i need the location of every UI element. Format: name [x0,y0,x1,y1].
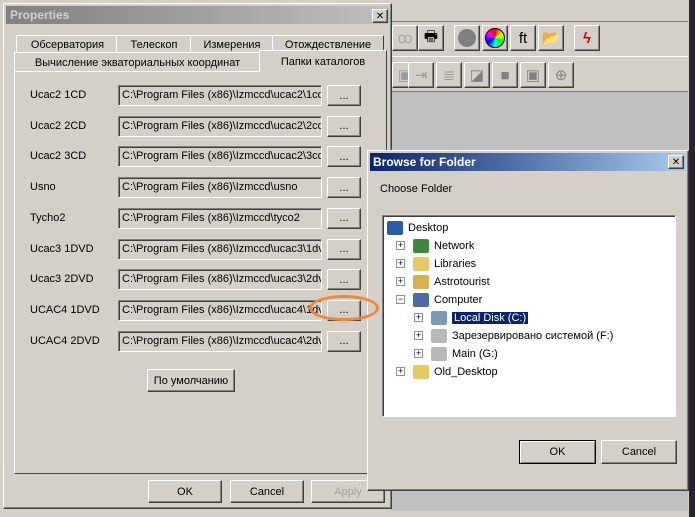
catalog-label: Ucac2 3CD [30,150,87,163]
ok-button[interactable]: OK [148,480,222,503]
cancel-button[interactable]: Cancel [230,480,304,503]
link-icon[interactable]: ꝏ [392,25,418,51]
catalog-path-input[interactable]: C:\Program Files (x86)\Izmccd\ucac2\2cd [118,115,322,137]
catalog-path-input[interactable]: C:\Program Files (x86)\Izmccd\ucac2\3cd [118,146,322,168]
expand-toggle-icon[interactable]: + [396,241,405,250]
browse-cancel-button[interactable]: Cancel [601,440,677,464]
printer-icon[interactable]: 🖶 [418,25,444,51]
tab-telescope[interactable]: Телескоп [116,35,192,53]
browse-button[interactable]: ... [327,146,361,168]
browse-button[interactable]: ... [327,177,361,199]
tab-equatorial-coords[interactable]: Вычисление экваториальных координат [14,52,261,72]
tree-item-label: Computer [434,293,483,306]
tree-item-label: Astrotourist [434,275,490,288]
expand-toggle-icon[interactable]: + [396,277,405,286]
tree-item-label: Libraries [434,257,477,270]
color-wheel-icon[interactable] [482,25,508,51]
browse-button[interactable]: ... [327,207,361,229]
browse-button[interactable]: ... [327,238,361,260]
tree-item[interactable]: + Libraries [396,255,476,272]
ft-button[interactable]: ft [510,25,536,51]
catalog-path-input[interactable]: C:\Program Files (x86)\Izmccd\ucac2\1cd [118,85,322,106]
lightning-icon[interactable]: ϟ [574,25,600,51]
catalog-label: Ucac2 1CD [30,89,87,101]
expand-toggle-icon[interactable]: + [414,331,423,340]
crosshair-icon[interactable]: ⊕ [548,62,574,88]
catalog-label: UCAC4 2DVD [30,334,100,347]
browse-close-button[interactable]: ✕ [668,155,684,169]
user-folder-icon [413,274,429,289]
drive-icon [431,328,447,343]
export-icon[interactable]: ⇥ [408,62,434,88]
catalog-path-input[interactable]: C:\Program Files (x86)\Izmccd\ucac4\1dvd [118,299,322,321]
catalog-path-input[interactable]: C:\Program Files (x86)\Izmccd\ucac4\2dvd [118,330,322,352]
network-icon [413,238,429,253]
folder-tree[interactable]: Desktop + Network + Libraries + Astrotou… [382,215,676,417]
circle-icon[interactable] [454,25,480,51]
expand-toggle-icon[interactable]: − [396,295,405,304]
square-icon[interactable]: ▣ [520,62,546,88]
drive-icon [431,346,447,361]
tree-item-label: Local Disk (C:) [452,311,529,324]
catalog-label: Tycho2 [30,211,66,224]
default-button[interactable]: По умолчанию [147,369,235,392]
expand-toggle-icon[interactable]: + [414,349,423,358]
tree-item-label: Зарезервировано системой (F:) [452,329,614,342]
libraries-icon [413,256,429,271]
computer-icon [413,292,429,307]
catalog-path-input[interactable]: C:\Program Files (x86)\Izmccd\ucac3\1dvd [118,238,322,260]
tree-item[interactable]: + Local Disk (C:) [414,309,529,326]
browse-folder-dialog: Browse for Folder ✕ Choose Folder Deskto… [367,150,689,491]
tree-item[interactable]: − Computer [396,291,482,308]
browse-button[interactable]: ... [327,115,361,137]
folder-icon [413,364,429,379]
tree-item-label: Main (G:) [452,347,498,360]
tree-item[interactable]: + Main (G:) [414,345,498,362]
browse-titlebar: Browse for Folder [370,153,686,171]
expand-toggle-icon[interactable]: + [414,313,423,322]
catalog-path-input[interactable]: C:\Program Files (x86)\Izmccd\ucac3\2dvd [118,269,322,291]
browse-button[interactable]: ... [327,269,361,291]
stack-icon[interactable]: ≣ [436,62,462,88]
browse-prompt: Choose Folder [380,183,453,195]
tree-item-label: Desktop [408,221,449,234]
tab-catalog-folders[interactable]: Папки каталогов [259,50,387,72]
tree-item[interactable]: + Network [396,237,474,254]
system-drive-icon [431,310,447,325]
properties-titlebar: Properties [6,6,389,24]
catalog-label: Ucac2 2CD [30,119,87,132]
catalog-path-input[interactable]: C:\Program Files (x86)\Izmccd\usno [118,177,322,199]
catalog-label: Ucac3 2DVD [30,273,94,286]
tab-observatory[interactable]: Обсерватория [16,35,119,53]
highlight-ellipse [309,295,379,321]
catalog-label: Ucac3 1DVD [30,242,94,255]
copy-icon[interactable]: ◪ [464,62,490,88]
expand-toggle-icon[interactable]: + [396,259,405,268]
tree-item[interactable]: Desktop [387,219,448,236]
filled-square-icon[interactable]: ■ [492,62,518,88]
browse-ok-button[interactable]: OK [519,440,596,464]
tree-item-label: Old_Desktop [434,365,498,378]
tree-item-label: Network [434,239,475,252]
tree-item[interactable]: + Old_Desktop [396,363,498,380]
catalog-path-input[interactable]: C:\Program Files (x86)\Izmccd\tyco2 [118,207,322,229]
open-folder-icon[interactable]: 📂 [538,25,564,51]
expand-toggle-icon[interactable]: + [396,367,405,376]
close-button[interactable]: ✕ [372,9,388,23]
catalog-label: UCAC4 1DVD [30,303,100,316]
tree-item[interactable]: + Зарезервировано системой (F:) [414,327,613,344]
properties-dialog: Properties ✕ Обсерватория Телескоп Измер… [3,3,392,509]
browse-button[interactable]: ... [327,85,361,106]
tree-item[interactable]: + Astrotourist [396,273,490,290]
desktop-icon [387,220,403,235]
catalog-label: Usno [30,181,56,194]
browse-button[interactable]: ... [327,330,361,352]
